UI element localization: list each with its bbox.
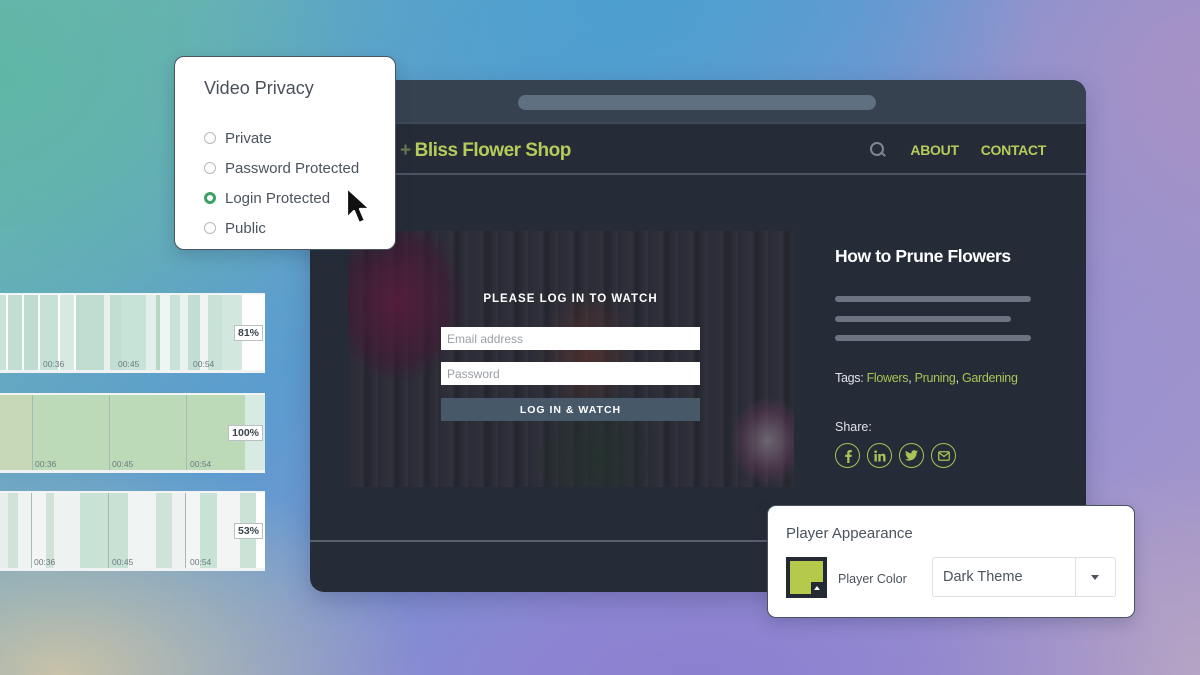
site-logo[interactable]: + Bliss Flower Shop (400, 140, 571, 162)
player-appearance-panel: Player Appearance Player Color Dark Them… (767, 505, 1135, 618)
email-icon[interactable] (931, 443, 956, 468)
linkedin-icon[interactable] (867, 443, 892, 468)
time-tick: 00:45 (112, 459, 134, 469)
share-buttons (835, 443, 956, 468)
time-tick: 00:45 (112, 557, 134, 567)
completion-percent: 81% (233, 325, 263, 341)
radio-button[interactable] (204, 162, 216, 174)
time-tick: 00:36 (43, 359, 65, 369)
theme-selected-value: Dark Theme (943, 569, 1023, 585)
video-title: How to Prune Flowers (835, 246, 1011, 266)
radio-button[interactable] (204, 132, 216, 144)
privacy-option-public[interactable]: Public (204, 213, 359, 243)
option-label: Login Protected (225, 189, 331, 207)
chevron-down-icon[interactable] (1075, 558, 1115, 596)
swatch-fill (790, 561, 824, 595)
login-watch-button[interactable]: LOG IN & WATCH (441, 398, 700, 421)
nav-about-link[interactable]: ABOUT (910, 142, 959, 158)
tag-link[interactable]: Flowers (867, 371, 909, 385)
engagement-heatmap: 81% 00:36 00:45 00:54 (0, 293, 265, 373)
privacy-options: Private Password Protected Login Protect… (204, 123, 359, 243)
player-color-label: Player Color (838, 572, 907, 586)
theme-dropdown[interactable]: Dark Theme (932, 557, 1116, 597)
mouse-pointer-icon (345, 186, 372, 225)
password-input[interactable] (441, 362, 700, 385)
tag-link[interactable]: Pruning (915, 371, 956, 385)
privacy-option-password-protected[interactable]: Password Protected (204, 153, 359, 183)
email-input[interactable] (441, 327, 700, 350)
radio-button[interactable] (204, 222, 216, 234)
completion-percent: 100% (228, 425, 263, 441)
description-placeholder-line (835, 316, 1011, 322)
radio-button-selected[interactable] (204, 192, 216, 204)
time-tick: 00:45 (118, 359, 140, 369)
time-tick: 00:54 (193, 359, 215, 369)
facebook-icon[interactable] (835, 443, 860, 468)
search-icon[interactable] (870, 142, 886, 158)
description-placeholder-line (835, 335, 1031, 341)
appearance-title: Player Appearance (786, 525, 913, 542)
share-label: Share: (835, 420, 872, 434)
caret-up-icon (811, 582, 824, 595)
engagement-heatmap: 100% 00:36 00:45 00:54 (0, 393, 265, 473)
privacy-title: Video Privacy (204, 78, 314, 98)
tags-row: Tags: Flowers, Pruning, Gardening (835, 371, 1018, 385)
site-header: + Bliss Flower Shop ABOUT CONTACT (310, 126, 1086, 175)
time-tick: 00:36 (35, 459, 57, 469)
player-color-swatch[interactable] (786, 557, 827, 598)
time-tick: 00:54 (190, 557, 212, 567)
option-label: Private (225, 129, 272, 147)
video-player[interactable]: PLEASE LOG IN TO WATCH LOG IN & WATCH (348, 231, 794, 487)
option-label: Public (225, 219, 266, 237)
privacy-option-private[interactable]: Private (204, 123, 359, 153)
engagement-heatmap: 53% 00:36 00:45 00:54 (0, 491, 265, 571)
twitter-icon[interactable] (899, 443, 924, 468)
time-tick: 00:54 (190, 459, 212, 469)
tags-label: Tags: (835, 371, 867, 385)
privacy-option-login-protected[interactable]: Login Protected (204, 183, 359, 213)
completion-percent: 53% (233, 523, 263, 539)
option-label: Password Protected (225, 159, 360, 177)
tag-link[interactable]: Gardening (962, 371, 1018, 385)
browser-toolbar (310, 80, 1086, 124)
nav-contact-link[interactable]: CONTACT (981, 142, 1047, 158)
logo-plus-icon: + (400, 140, 411, 161)
time-tick: 00:36 (34, 557, 56, 567)
video-sidebar: How to Prune Flowers Tags: Flowers, Prun… (835, 246, 1045, 468)
login-prompt: PLEASE LOG IN TO WATCH (483, 293, 658, 305)
description-placeholder-line (835, 296, 1031, 302)
site-nav: ABOUT CONTACT (870, 142, 1046, 158)
logo-text: Bliss Flower Shop (414, 140, 572, 161)
url-bar[interactable] (518, 95, 876, 110)
